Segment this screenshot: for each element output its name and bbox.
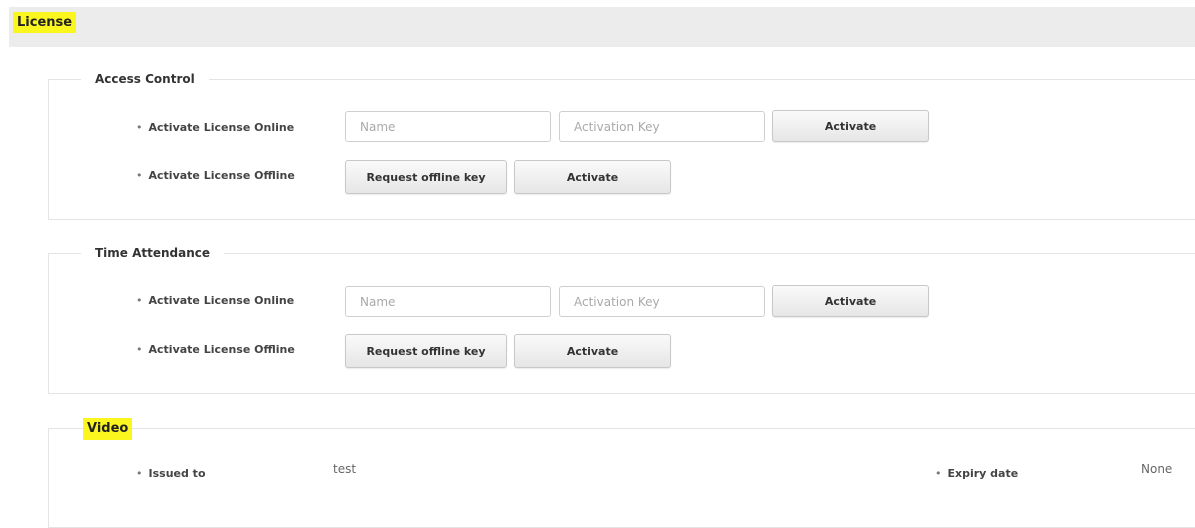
access-control-offline-label: • Activate License Offline bbox=[136, 169, 295, 182]
time-attendance-legend: Time Attendance bbox=[81, 245, 225, 261]
bullet-icon: • bbox=[136, 467, 143, 480]
time-attendance-activate-offline-button[interactable]: Activate bbox=[514, 334, 671, 368]
bullet-icon: • bbox=[136, 169, 143, 182]
bullet-icon: • bbox=[935, 467, 942, 480]
video-section: Video bbox=[48, 418, 1195, 528]
time-attendance-section: Time Attendance bbox=[48, 245, 1195, 394]
access-control-legend: Access Control bbox=[81, 71, 209, 87]
time-attendance-online-label: • Activate License Online bbox=[136, 294, 295, 307]
expiry-date-label: • Expiry date bbox=[935, 467, 1019, 480]
expiry-date-value: None bbox=[1141, 462, 1173, 476]
access-control-activate-offline-button[interactable]: Activate bbox=[514, 160, 671, 194]
time-attendance-activation-key-input[interactable] bbox=[559, 286, 765, 317]
access-control-section: Access Control bbox=[48, 71, 1195, 220]
bullet-icon: • bbox=[136, 121, 143, 134]
access-control-activation-key-input[interactable] bbox=[559, 111, 765, 142]
access-control-activate-online-button[interactable]: Activate bbox=[772, 110, 929, 142]
issued-to-value: test bbox=[333, 462, 357, 476]
video-legend-text: Video bbox=[83, 418, 133, 440]
access-control-name-input[interactable] bbox=[345, 111, 551, 142]
bullet-icon: • bbox=[136, 294, 143, 307]
access-control-online-label: • Activate License Online bbox=[136, 121, 295, 134]
access-control-request-offline-key-button[interactable]: Request offline key bbox=[345, 160, 507, 194]
time-attendance-name-input[interactable] bbox=[345, 286, 551, 317]
time-attendance-offline-label: • Activate License Offline bbox=[136, 343, 295, 356]
page-title: License bbox=[13, 12, 77, 33]
page-header bbox=[9, 7, 1195, 47]
issued-to-label: • Issued to bbox=[136, 467, 206, 480]
time-attendance-request-offline-key-button[interactable]: Request offline key bbox=[345, 334, 507, 368]
video-legend: Video bbox=[83, 418, 133, 440]
time-attendance-activate-online-button[interactable]: Activate bbox=[772, 285, 929, 317]
bullet-icon: • bbox=[136, 343, 143, 356]
